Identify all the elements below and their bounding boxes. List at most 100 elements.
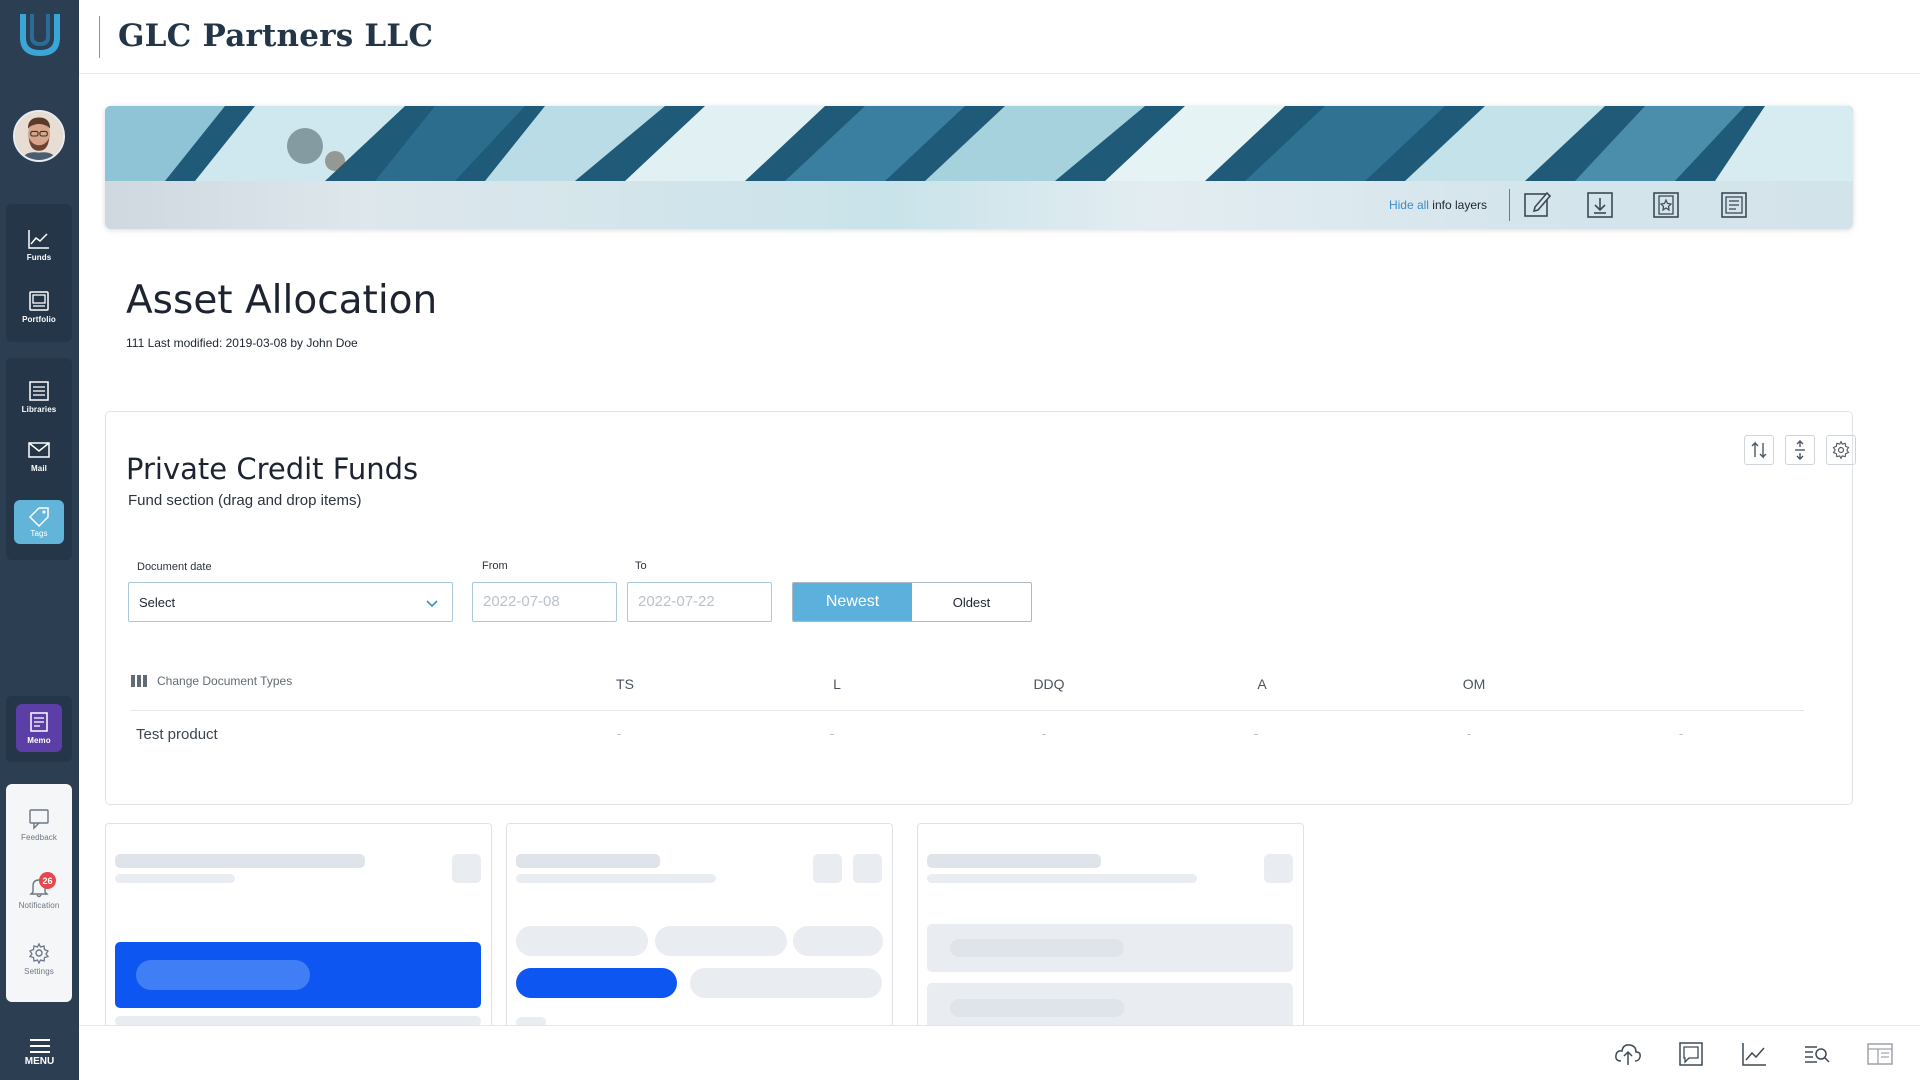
sort-oldest-button[interactable]: Oldest — [912, 583, 1031, 621]
columns-icon — [131, 675, 147, 687]
skeleton-bar — [115, 874, 235, 883]
chart-line-icon[interactable] — [1739, 1039, 1769, 1069]
sidebar-item-label: Memo — [27, 736, 51, 745]
list-icon — [29, 381, 49, 401]
expand-icon — [1795, 440, 1805, 460]
table-cell: - — [1466, 726, 1472, 741]
bottom-toolbar — [79, 1025, 1920, 1080]
sidebar-item-label: Portfolio — [22, 315, 56, 324]
sidebar-item-label: Funds — [26, 253, 52, 262]
portfolio-icon — [29, 291, 49, 311]
gear-icon — [28, 942, 50, 964]
sort-button[interactable] — [1744, 435, 1774, 465]
document-date-select[interactable]: Select — [128, 582, 453, 622]
hide-all-link[interactable]: Hide all — [1389, 198, 1429, 212]
user-avatar[interactable] — [13, 110, 65, 162]
skeleton-bar — [115, 854, 365, 868]
sidebar-item-label: Notification — [18, 901, 60, 910]
sidebar-item-settings[interactable]: Settings — [14, 934, 64, 984]
sidebar-item-tags[interactable]: Tags — [14, 500, 64, 544]
hide-info-layers-text: info layers — [1428, 198, 1487, 212]
sidebar-item-label: Mail — [31, 464, 47, 473]
table-cell: - — [1253, 726, 1259, 741]
to-date-placeholder: 2022-07-22 — [638, 593, 715, 610]
document-list-icon[interactable] — [1718, 189, 1750, 221]
star-doc-icon[interactable] — [1650, 189, 1682, 221]
sidebar-item-label: Feedback — [21, 833, 57, 842]
from-date-input[interactable]: 2022-07-08 — [472, 582, 617, 622]
table-cell: - — [1041, 726, 1047, 741]
hide-info-layers: Hide all info layers — [1389, 198, 1487, 212]
table-cell: - — [829, 726, 835, 741]
banner-artwork — [105, 106, 1853, 181]
skeleton-square — [853, 854, 882, 883]
cloud-upload-icon[interactable] — [1613, 1039, 1643, 1069]
sidebar-utilities: Feedback 26 Notification Settings — [6, 784, 72, 1002]
to-date-input[interactable]: 2022-07-22 — [627, 582, 772, 622]
skeleton-pill — [516, 926, 648, 956]
document-date-label: Document date — [137, 561, 212, 573]
page-title: Asset Allocation — [126, 278, 438, 323]
from-date-placeholder: 2022-07-08 — [483, 593, 560, 610]
company-title: GLC Partners LLC — [118, 18, 434, 54]
sidebar-item-portfolio[interactable]: Portfolio — [14, 282, 64, 332]
loading-card — [917, 823, 1304, 1033]
top-header: GLC Partners LLC — [79, 0, 1920, 74]
fund-section-title: Private Credit Funds — [126, 452, 419, 486]
document-date-value: Select — [139, 595, 176, 610]
sidebar-item-mail[interactable]: Mail — [14, 431, 64, 481]
header-divider — [99, 16, 100, 58]
app-logo[interactable] — [14, 10, 66, 62]
memo-icon — [30, 712, 48, 732]
skeleton-blue-pill — [136, 960, 310, 990]
chat-box-icon[interactable] — [1676, 1039, 1706, 1069]
search-list-icon[interactable] — [1802, 1039, 1832, 1069]
menu-label: MENU — [24, 1055, 55, 1067]
skeleton-square — [813, 854, 842, 883]
from-label: From — [482, 560, 508, 572]
notification-badge: 26 — [39, 872, 56, 889]
sort-newest-button[interactable]: Newest — [793, 583, 912, 621]
gear-icon — [1832, 440, 1850, 460]
column-header: OM — [1462, 676, 1486, 692]
sidebar-item-memo[interactable]: Memo — [16, 704, 62, 752]
table-divider — [131, 710, 1804, 711]
skeleton-square — [452, 854, 481, 883]
tag-icon — [28, 507, 49, 528]
mail-icon — [28, 442, 50, 458]
edit-icon[interactable] — [1521, 189, 1553, 221]
chevron-down-icon — [426, 600, 438, 608]
nav-group-content: Libraries Mail Tags — [6, 358, 72, 560]
loading-card — [506, 823, 893, 1033]
skeleton-bar — [516, 854, 660, 868]
expand-button[interactable] — [1785, 435, 1815, 465]
sidebar-item-feedback[interactable]: Feedback — [14, 800, 64, 850]
header-banner: Hide all info layers — [105, 106, 1853, 229]
change-document-types-label: Change Document Types — [157, 674, 293, 688]
column-header: DDQ — [1033, 676, 1065, 692]
sidebar-item-notification[interactable]: 26 Notification — [14, 868, 64, 918]
menu-button[interactable]: MENU — [0, 1024, 79, 1080]
table-cell: - — [616, 726, 622, 741]
skeleton-blue-pill — [516, 968, 677, 998]
table-row-name[interactable]: Test product — [136, 726, 218, 743]
skeleton-pill — [655, 926, 787, 956]
section-settings-button[interactable] — [1826, 435, 1856, 465]
skeleton-bar — [927, 874, 1197, 883]
sidebar-item-libraries[interactable]: Libraries — [14, 372, 64, 422]
sidebar-item-funds[interactable]: Funds — [14, 220, 64, 270]
column-header: TS — [616, 676, 634, 692]
change-document-types[interactable]: Change Document Types — [131, 674, 292, 688]
skeleton-pill — [690, 968, 882, 998]
column-header: L — [833, 676, 841, 692]
sidebar-item-label: Tags — [30, 529, 48, 538]
skeleton-bar — [516, 874, 716, 883]
nav-group-memo: Memo — [6, 696, 72, 762]
download-icon[interactable] — [1584, 189, 1616, 221]
to-label: To — [635, 560, 647, 572]
skeleton-square — [1264, 854, 1293, 883]
panel-icon[interactable] — [1865, 1039, 1895, 1069]
fund-section-card: Private Credit Funds Fund section (drag … — [105, 411, 1856, 805]
info-layer-toolbar: Hide all info layers — [105, 181, 1853, 229]
skeleton-bar — [927, 854, 1101, 868]
